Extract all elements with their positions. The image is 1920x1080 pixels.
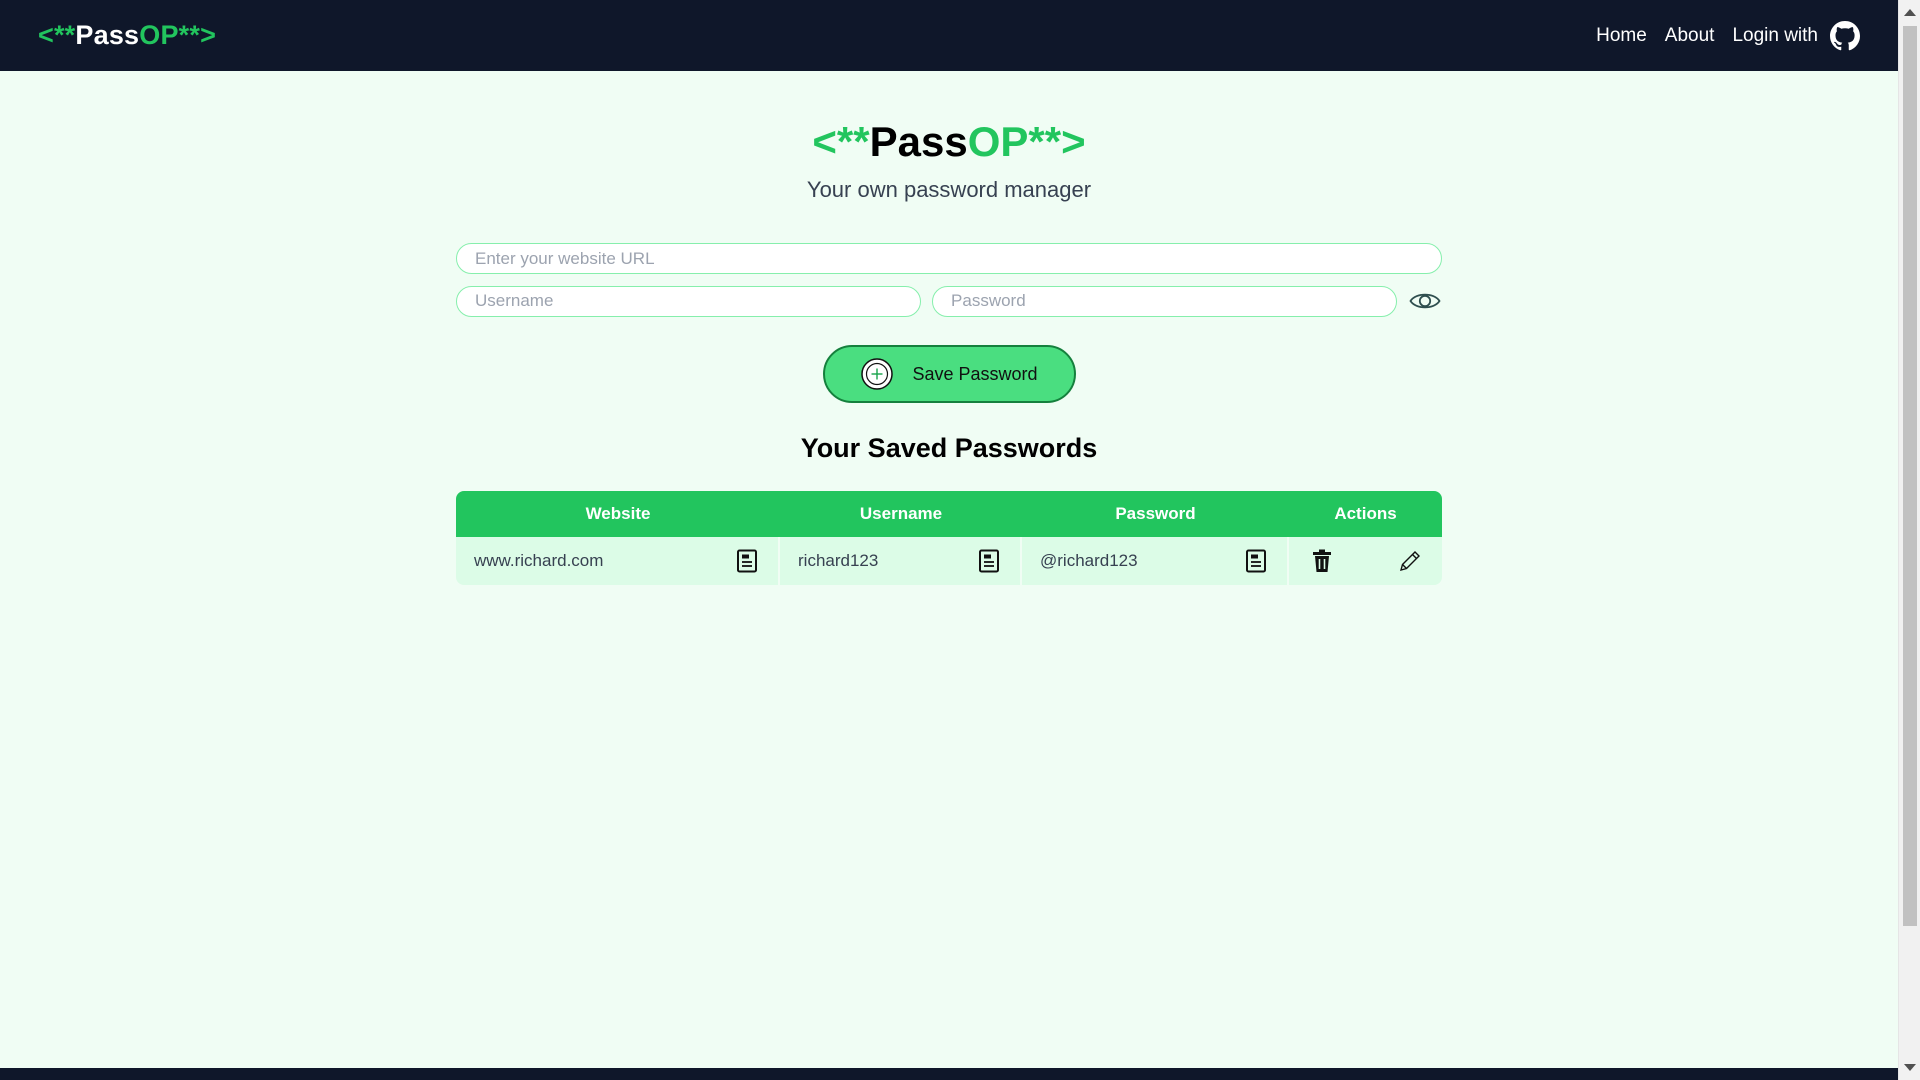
nav-links: Home About Login with (1596, 20, 1860, 51)
pencil-icon[interactable] (1398, 549, 1422, 573)
eye-icon[interactable] (1408, 284, 1442, 318)
save-password-label: Save Password (912, 363, 1038, 384)
brand-gt: > (200, 20, 217, 50)
scroll-down-arrow-icon[interactable] (1904, 1064, 1916, 1071)
username-value[interactable]: richard123 (798, 551, 878, 571)
github-icon (1830, 20, 1860, 51)
password-input[interactable] (932, 285, 1398, 317)
column-header-website: Website (585, 504, 651, 523)
column-header-password: Password (1115, 504, 1196, 523)
save-password-button[interactable]: Save Password (822, 345, 1076, 403)
username-input[interactable] (456, 285, 922, 317)
column-header-actions: Actions (1334, 504, 1397, 523)
main-content: <**PassOP**> Your own password manager E… (456, 71, 1442, 585)
page-subtitle: Your own password manager (806, 177, 1092, 202)
password-value[interactable]: @richard123 (1040, 551, 1138, 571)
login-label: Login with (1732, 24, 1818, 46)
title-gt: > (1061, 118, 1086, 165)
table-row: www.richard.com richard123 @richard123 (456, 537, 1442, 585)
title-lt: < (812, 118, 837, 165)
brand-pass: Pass (75, 20, 140, 50)
brand-lt: < (38, 20, 54, 50)
title-pass: Pass (869, 118, 968, 165)
brand-op: OP (139, 20, 179, 50)
password-form: Save Password (456, 243, 1442, 403)
copy-icon[interactable] (736, 549, 758, 573)
credentials-row (456, 284, 1442, 318)
website-value[interactable]: www.richard.com (474, 551, 603, 571)
brand-stars-right: ** (178, 20, 201, 50)
title-stars-right: ** (1028, 118, 1062, 165)
table-header: Website Username Password Actions (456, 491, 1442, 537)
vertical-scrollbar[interactable] (1898, 0, 1920, 1080)
cell-actions (1289, 537, 1442, 585)
copy-icon[interactable] (1245, 549, 1267, 573)
title-op: OP (967, 118, 1029, 165)
cell-username: richard123 (780, 537, 1022, 585)
title-stars-left: ** (836, 118, 870, 165)
footer-bar (0, 1068, 1898, 1080)
save-button-wrap: Save Password (456, 345, 1442, 403)
brand-stars-left: ** (53, 20, 76, 50)
website-url-input[interactable] (456, 243, 1442, 274)
scroll-up-arrow-icon[interactable] (1904, 9, 1916, 16)
plus-circle-icon (860, 358, 893, 390)
scroll-thumb[interactable] (1903, 26, 1917, 926)
cell-password: @richard123 (1022, 537, 1289, 585)
cell-website: www.richard.com (456, 537, 780, 585)
brand-logo[interactable]: <**PassOP**> (38, 20, 216, 51)
column-header-username: Username (859, 504, 943, 523)
passwords-table: Website Username Password Actions www.ri… (456, 491, 1442, 585)
page-title: <**PassOP**> (456, 118, 1442, 166)
nav-about-link[interactable]: About (1665, 25, 1715, 47)
trash-icon[interactable] (1311, 549, 1333, 573)
copy-icon[interactable] (978, 549, 1000, 573)
nav-home-link[interactable]: Home (1596, 25, 1647, 47)
saved-passwords-title: Your Saved Passwords (800, 433, 1098, 463)
login-github-button[interactable]: Login with (1732, 20, 1860, 51)
navbar: <**PassOP**> Home About Login with (0, 0, 1898, 71)
